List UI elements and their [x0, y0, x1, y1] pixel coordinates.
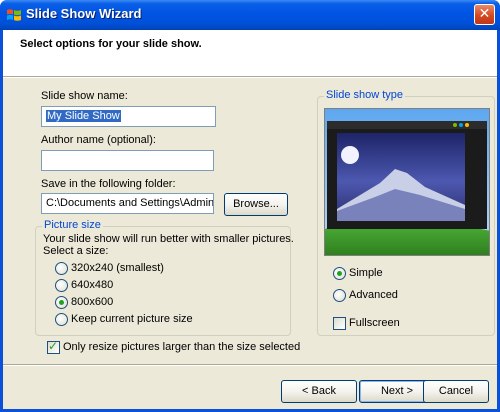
close-icon: ✕: [478, 6, 491, 22]
type-advanced-label[interactable]: Advanced: [349, 289, 398, 301]
back-button[interactable]: < Back: [281, 380, 357, 403]
browse-button[interactable]: Browse...: [224, 193, 288, 216]
type-simple-label[interactable]: Simple: [349, 267, 383, 279]
title-bar[interactable]: Slide Show Wizard ✕: [0, 0, 500, 30]
footer-divider: [3, 364, 497, 366]
slide-show-wizard-window: Slide Show Wizard ✕ Select options for y…: [0, 0, 500, 412]
type-advanced-radio[interactable]: [333, 289, 346, 302]
fullscreen-checkbox[interactable]: [333, 317, 346, 330]
slide-show-name-input[interactable]: My Slide Show: [41, 106, 216, 127]
type-simple-radio[interactable]: [333, 267, 346, 280]
size-800x600-label[interactable]: 800x600: [71, 296, 113, 308]
picture-size-title: Picture size: [42, 219, 103, 231]
size-640x480-label[interactable]: 640x480: [71, 279, 113, 291]
slide-show-preview-image: [324, 108, 490, 256]
size-800x600-radio[interactable]: [55, 296, 68, 309]
header-instruction: Select options for your slide show.: [20, 38, 202, 50]
fullscreen-label[interactable]: Fullscreen: [349, 317, 400, 329]
picture-size-description: Your slide show will run better with sma…: [43, 233, 294, 245]
cancel-button[interactable]: Cancel: [423, 380, 489, 403]
window-title: Slide Show Wizard: [26, 6, 142, 21]
slide-show-name-value: My Slide Show: [46, 110, 121, 122]
size-640x480-radio[interactable]: [55, 279, 68, 292]
save-folder-input[interactable]: C:\Documents and Settings\Administrat: [41, 193, 214, 214]
wizard-header: Select options for your slide show.: [3, 30, 497, 76]
slide-show-type-title: Slide show type: [324, 89, 406, 101]
size-keep-current-radio[interactable]: [55, 313, 68, 326]
resize-larger-checkbox[interactable]: ✓: [47, 339, 60, 354]
author-name-label: Author name (optional):: [41, 134, 156, 146]
header-divider: [3, 76, 497, 78]
size-keep-current-label[interactable]: Keep current picture size: [71, 313, 193, 325]
select-size-label: Select a size:: [43, 245, 109, 257]
author-name-input[interactable]: [41, 150, 214, 171]
dialog-client-area: Select options for your slide show. Slid…: [3, 30, 497, 409]
preview-thumbnail: [325, 109, 489, 255]
resize-larger-label[interactable]: Only resize pictures larger than the siz…: [63, 341, 300, 353]
size-320x240-radio[interactable]: [55, 262, 68, 275]
windows-flag-icon: [7, 9, 21, 21]
close-button[interactable]: ✕: [474, 4, 495, 25]
save-folder-label: Save in the following folder:: [41, 178, 176, 190]
size-320x240-label[interactable]: 320x240 (smallest): [71, 262, 164, 274]
slide-show-name-label: Slide show name:: [41, 90, 128, 102]
check-mark-icon: ✓: [48, 339, 59, 353]
